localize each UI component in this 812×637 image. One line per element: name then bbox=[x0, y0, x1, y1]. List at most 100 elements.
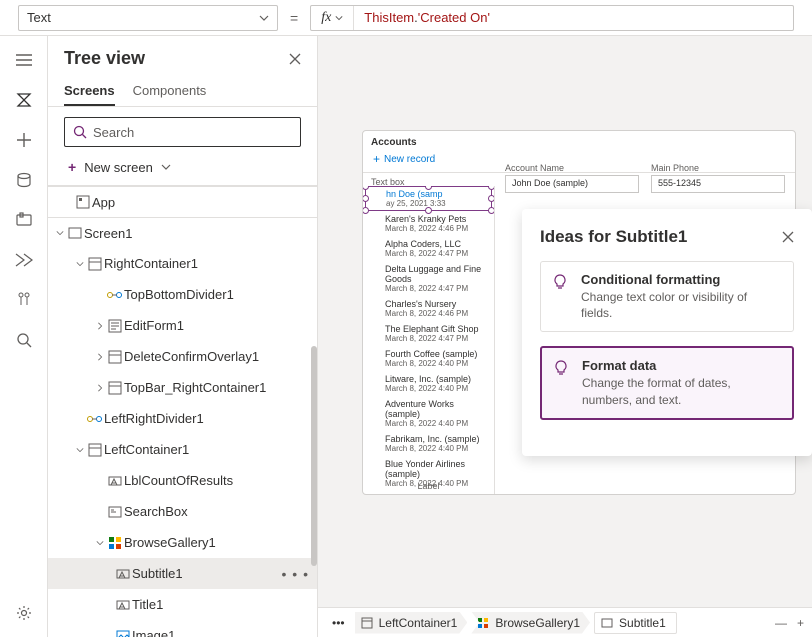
crumb-label: Subtitle1 bbox=[619, 616, 666, 630]
scrollbar[interactable] bbox=[311, 346, 317, 566]
search-icon[interactable] bbox=[14, 330, 34, 350]
tree-view-icon[interactable] bbox=[14, 90, 34, 110]
chevron-down-icon[interactable] bbox=[54, 229, 66, 237]
plus-icon[interactable]: + bbox=[797, 616, 804, 630]
chevron-right-icon[interactable] bbox=[94, 384, 106, 392]
new-screen-button[interactable]: + New screen bbox=[48, 153, 317, 186]
tree-item-label: Subtitle1 bbox=[132, 566, 282, 581]
gallery-item[interactable]: Fourth Coffee (sample)March 8, 2022 4:40… bbox=[363, 346, 494, 371]
close-icon[interactable] bbox=[289, 53, 301, 65]
gallery-item-selected[interactable]: hn Doe (samp ay 25, 2021 3:33 bbox=[365, 186, 492, 211]
browse-gallery[interactable]: hn Doe (samp ay 25, 2021 3:33 Karen's Kr… bbox=[363, 186, 495, 494]
tree-browsegallery1[interactable]: BrowseGallery1 bbox=[48, 527, 317, 558]
formula-code: ThisItem.'Created On' bbox=[354, 10, 793, 26]
insert-icon[interactable] bbox=[14, 130, 34, 150]
accounts-header: Accounts bbox=[363, 131, 795, 150]
tree-leftcontainer1[interactable]: LeftContainer1 bbox=[48, 434, 317, 465]
hamburger-icon[interactable] bbox=[14, 50, 34, 70]
tree-search[interactable]: Search bbox=[64, 117, 301, 147]
gallery-item[interactable]: Fabrikam, Inc. (sample)March 8, 2022 4:4… bbox=[363, 431, 494, 456]
gallery-item[interactable]: The Elephant Gift ShopMarch 8, 2022 4:47… bbox=[363, 321, 494, 346]
left-rail bbox=[0, 36, 48, 637]
ideas-panel: Ideas for Subtitle1 Conditional formatti… bbox=[522, 209, 812, 456]
gallery-title: Litware, Inc. (sample) bbox=[385, 374, 486, 384]
idea-conditional-formatting[interactable]: Conditional formatting Change text color… bbox=[540, 261, 794, 332]
settings-icon[interactable] bbox=[14, 603, 34, 623]
gallery-icon bbox=[106, 536, 124, 550]
gallery-title: Charles's Nursery bbox=[385, 299, 486, 309]
gallery-item[interactable]: Karen's Kranky PetsMarch 8, 2022 4:46 PM bbox=[363, 211, 494, 236]
media-icon[interactable] bbox=[14, 210, 34, 230]
tree-subtitle1[interactable]: Subtitle1 • • • bbox=[48, 558, 317, 589]
property-selector[interactable]: Text bbox=[18, 5, 278, 31]
gallery-title: Alpha Coders, LLC bbox=[385, 239, 486, 249]
field-label: Account Name bbox=[505, 163, 639, 173]
minus-icon[interactable]: — bbox=[775, 616, 787, 630]
idea-title: Conditional formatting bbox=[581, 272, 781, 287]
tree-view-panel: Tree view Screens Components Search + Ne… bbox=[48, 36, 318, 637]
image-icon bbox=[114, 630, 132, 637]
tree-leftrightdivider[interactable]: LeftRightDivider1 bbox=[48, 403, 317, 434]
gallery-subtitle: March 8, 2022 4:40 PM bbox=[385, 419, 486, 428]
idea-title: Format data bbox=[582, 358, 780, 373]
gallery-item[interactable]: Alpha Coders, LLCMarch 8, 2022 4:47 PM bbox=[363, 236, 494, 261]
chevron-right-icon[interactable] bbox=[94, 322, 106, 330]
crumb-subtitle[interactable]: Subtitle1 bbox=[594, 612, 677, 634]
tree-item-label: Title1 bbox=[132, 597, 309, 612]
field-label: Main Phone bbox=[651, 163, 785, 173]
gallery-item[interactable]: City Power & Light (sample)March 8, 2022… bbox=[363, 491, 494, 494]
tree-title: Tree view bbox=[64, 48, 145, 69]
power-automate-icon[interactable] bbox=[14, 250, 34, 270]
label-icon bbox=[114, 567, 132, 581]
tree-item-label: RightContainer1 bbox=[104, 256, 309, 271]
gallery-footer-label: Label bbox=[363, 479, 494, 491]
gallery-item[interactable]: Adventure Works (sample)March 8, 2022 4:… bbox=[363, 396, 494, 431]
tree-item-label: Screen1 bbox=[84, 226, 309, 241]
crumb-browsegallery[interactable]: BrowseGallery1 bbox=[471, 612, 590, 634]
crumb-leftcontainer[interactable]: LeftContainer1 bbox=[355, 612, 468, 634]
tree-lblcount[interactable]: LblCountOfResults bbox=[48, 465, 317, 496]
tree-item-label: SearchBox bbox=[124, 504, 309, 519]
close-icon[interactable] bbox=[782, 231, 794, 243]
gallery-item[interactable]: Litware, Inc. (sample)March 8, 2022 4:40… bbox=[363, 371, 494, 396]
chevron-right-icon[interactable] bbox=[94, 353, 106, 361]
tree-app[interactable]: App bbox=[48, 186, 317, 217]
formula-input[interactable]: fx ThisItem.'Created On' bbox=[310, 5, 794, 31]
gallery-title: Fabrikam, Inc. (sample) bbox=[385, 434, 486, 444]
tab-components[interactable]: Components bbox=[133, 77, 207, 106]
tree-editform1[interactable]: EditForm1 bbox=[48, 310, 317, 341]
tree-image1[interactable]: Image1 bbox=[48, 620, 317, 637]
tree-searchbox[interactable]: SearchBox bbox=[48, 496, 317, 527]
tree-rightcontainer1[interactable]: RightContainer1 bbox=[48, 248, 317, 279]
tree-topbottomdivider[interactable]: TopBottomDivider1 bbox=[48, 279, 317, 310]
tab-screens[interactable]: Screens bbox=[64, 77, 115, 106]
tree-item-label: App bbox=[92, 195, 309, 210]
more-icon[interactable]: • • • bbox=[282, 566, 309, 582]
formula-bar: Text = fx ThisItem.'Created On' bbox=[0, 0, 812, 36]
data-icon[interactable] bbox=[14, 170, 34, 190]
tree-item-label: EditForm1 bbox=[124, 318, 309, 333]
chevron-down-icon[interactable] bbox=[74, 446, 86, 454]
main-phone-input[interactable]: 555-12345 bbox=[651, 175, 785, 193]
idea-format-data[interactable]: Format data Change the format of dates, … bbox=[540, 346, 794, 419]
tree-screen1[interactable]: Screen1 bbox=[48, 217, 317, 248]
more-icon[interactable]: ••• bbox=[326, 616, 351, 630]
gallery-subtitle: ay 25, 2021 3:33 bbox=[386, 199, 485, 208]
property-name: Text bbox=[27, 10, 51, 25]
account-name-input[interactable]: John Doe (sample) bbox=[505, 175, 639, 193]
gallery-item[interactable]: Delta Luggage and Fine GoodsMarch 8, 202… bbox=[363, 261, 494, 296]
gallery-title: Karen's Kranky Pets bbox=[385, 214, 486, 224]
gallery-title: hn Doe (samp bbox=[386, 189, 485, 199]
tree-title1[interactable]: Title1 bbox=[48, 589, 317, 620]
canvas: Accounts +New record Text box Account Na… bbox=[318, 36, 812, 607]
tree-topbarright[interactable]: TopBar_RightContainer1 bbox=[48, 372, 317, 403]
detail-form: Account Name John Doe (sample) Main Phon… bbox=[495, 155, 795, 201]
tree-deleteconfirm[interactable]: DeleteConfirmOverlay1 bbox=[48, 341, 317, 372]
variables-icon[interactable] bbox=[14, 290, 34, 310]
gallery-item[interactable]: Charles's NurseryMarch 8, 2022 4:46 PM bbox=[363, 296, 494, 321]
container-icon bbox=[86, 257, 104, 271]
tree-item-label: LeftRightDivider1 bbox=[104, 411, 309, 426]
tree-item-label: Image1 bbox=[132, 628, 309, 637]
chevron-down-icon[interactable] bbox=[74, 260, 86, 268]
chevron-down-icon[interactable] bbox=[94, 539, 106, 547]
